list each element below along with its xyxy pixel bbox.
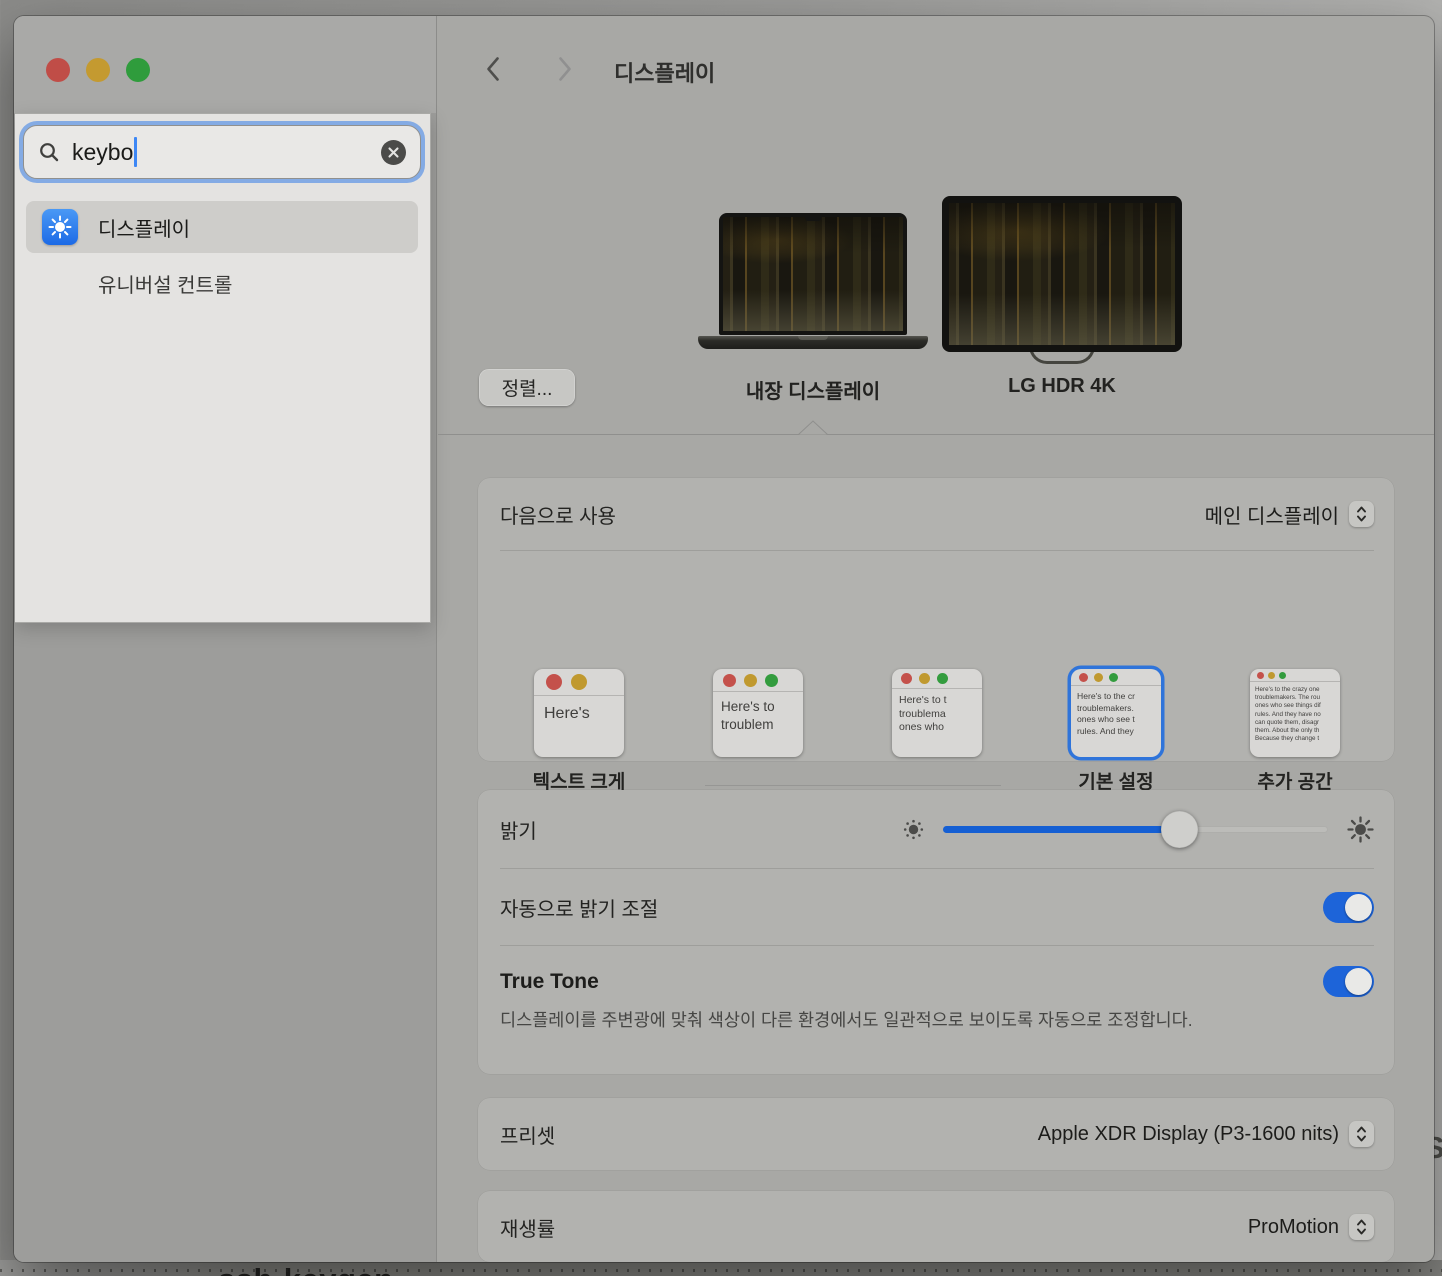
close-icon — [388, 147, 399, 158]
preset-dropdown[interactable]: Apple XDR Display (P3-1600 nits) — [1038, 1121, 1374, 1147]
search-result-universal-control[interactable]: 유니버설 컨트롤 — [26, 257, 418, 309]
slider-track[interactable] — [943, 826, 1328, 833]
true-tone-description: 디스플레이를 주변광에 맞춰 색상이 다른 환경에서도 일관적으로 보이도록 자… — [500, 1006, 1260, 1035]
scaling-option-more-space[interactable]: Here's to the crazy one troublemakers. T… — [1250, 669, 1340, 757]
forward-button[interactable] — [550, 54, 580, 84]
close-button[interactable] — [46, 58, 70, 82]
display-brightness-icon — [42, 209, 78, 245]
chevron-left-icon — [485, 56, 501, 82]
sidebar: keybo — [14, 16, 437, 1262]
brightness-label: 밝기 — [500, 815, 537, 844]
use-as-dropdown[interactable]: 메인 디스플레이 — [1205, 500, 1374, 529]
true-tone-label: True Tone — [500, 970, 599, 994]
auto-brightness-label: 자동으로 밝기 조절 — [500, 893, 658, 922]
laptop-base — [698, 336, 928, 349]
mini-titlebar — [892, 669, 982, 689]
mini-titlebar — [1250, 669, 1340, 682]
chevron-right-icon — [557, 56, 573, 82]
scaling-middle-line — [705, 785, 1001, 786]
stepper-icon[interactable] — [1349, 1121, 1374, 1147]
preset-row: 프리셋 Apple XDR Display (P3-1600 nits) — [478, 1098, 1394, 1170]
scaling-option-default-selected[interactable]: Here's to the cr troublemakers. ones who… — [1071, 669, 1161, 757]
builtin-display-label: 내장 디스플레이 — [703, 375, 923, 404]
scaling-option-3[interactable]: Here's to t troublema ones who — [892, 669, 982, 757]
preset-card: 프리셋 Apple XDR Display (P3-1600 nits) — [478, 1098, 1394, 1170]
search-result-display[interactable]: 디스플레이 — [26, 201, 418, 253]
scaling-option-2[interactable]: Here's to troublem — [713, 669, 803, 757]
scaling-options: Here's Here's to troublem — [478, 551, 1394, 761]
search-results-popup: keybo — [15, 113, 431, 623]
section-divider — [438, 434, 1434, 435]
wallpaper-forest — [723, 217, 903, 331]
use-as-value: 메인 디스플레이 — [1205, 500, 1339, 529]
resolution-card: 다음으로 사용 메인 디스플레이 — [478, 478, 1394, 761]
refresh-rate-dropdown[interactable]: ProMotion — [1248, 1214, 1374, 1240]
stepper-icon[interactable] — [1349, 1214, 1374, 1240]
clear-search-button[interactable] — [381, 140, 406, 165]
use-as-row: 다음으로 사용 메인 디스플레이 — [478, 478, 1394, 550]
system-settings-window: keybo — [14, 16, 1434, 1262]
preset-label: 프리셋 — [500, 1120, 555, 1149]
mini-titlebar — [534, 669, 624, 696]
wallpaper-forest — [949, 203, 1175, 345]
scaling-option-larger-text[interactable]: Here's — [534, 669, 624, 757]
slider-fill — [943, 826, 1180, 833]
arrange-button[interactable]: 정렬... — [479, 369, 575, 406]
search-input[interactable]: keybo — [23, 125, 421, 179]
refresh-rate-label: 재생률 — [500, 1213, 555, 1242]
brightness-high-icon — [1347, 816, 1374, 843]
background-partial-text-bottom: ssh-keygen — [218, 1262, 394, 1276]
search-query-text: keybo — [72, 139, 133, 166]
search-result-label: 유니버설 컨트롤 — [98, 269, 232, 298]
auto-brightness-row: 자동으로 밝기 조절 — [478, 869, 1394, 945]
mini-titlebar — [713, 669, 803, 692]
background-window-behind: ssh-keygen — [0, 1260, 1442, 1276]
stepper-icon[interactable] — [1349, 501, 1374, 527]
slider-knob[interactable] — [1161, 811, 1198, 848]
minimize-button[interactable] — [86, 58, 110, 82]
page-title: 디스플레이 — [614, 56, 715, 88]
brightness-low-icon — [903, 819, 924, 840]
preset-value: Apple XDR Display (P3-1600 nits) — [1038, 1123, 1339, 1146]
external-display-thumbnail[interactable] — [942, 196, 1182, 352]
back-button[interactable] — [478, 54, 508, 84]
display-settings-pane: 디스플레이 내장 디스플레이 LG HDR 4K 정렬... 다음으로 사용 — [438, 16, 1434, 1262]
true-tone-section: True Tone 디스플레이를 주변광에 맞춰 색상이 다른 환경에서도 일관… — [478, 946, 1394, 1035]
brightness-row: 밝기 — [478, 790, 1394, 868]
mini-minimize-dot — [571, 674, 587, 690]
refresh-rate-row: 재생률 ProMotion — [478, 1191, 1394, 1262]
true-tone-toggle[interactable] — [1323, 966, 1374, 997]
toggle-knob — [1345, 894, 1372, 921]
refresh-rate-value: ProMotion — [1248, 1216, 1339, 1239]
auto-brightness-toggle[interactable] — [1323, 892, 1374, 923]
external-display-label: LG HDR 4K — [952, 375, 1172, 398]
zoom-button[interactable] — [126, 58, 150, 82]
mini-titlebar — [1071, 669, 1161, 686]
toggle-knob — [1345, 968, 1372, 995]
mini-close-dot — [546, 674, 562, 690]
builtin-display-thumbnail[interactable] — [719, 213, 907, 335]
search-icon — [38, 141, 60, 163]
use-as-label: 다음으로 사용 — [500, 500, 616, 529]
brightness-card: 밝기 — [478, 790, 1394, 1074]
brightness-slider — [903, 816, 1374, 843]
desktop-background: S ssh-keygen keybo — [0, 0, 1442, 1276]
selected-display-pointer — [798, 420, 828, 435]
refresh-rate-card: 재생률 ProMotion — [478, 1191, 1394, 1262]
laptop-notch — [805, 216, 821, 221]
text-cursor — [134, 137, 137, 167]
window-controls — [46, 58, 150, 82]
search-result-label: 디스플레이 — [98, 213, 190, 242]
